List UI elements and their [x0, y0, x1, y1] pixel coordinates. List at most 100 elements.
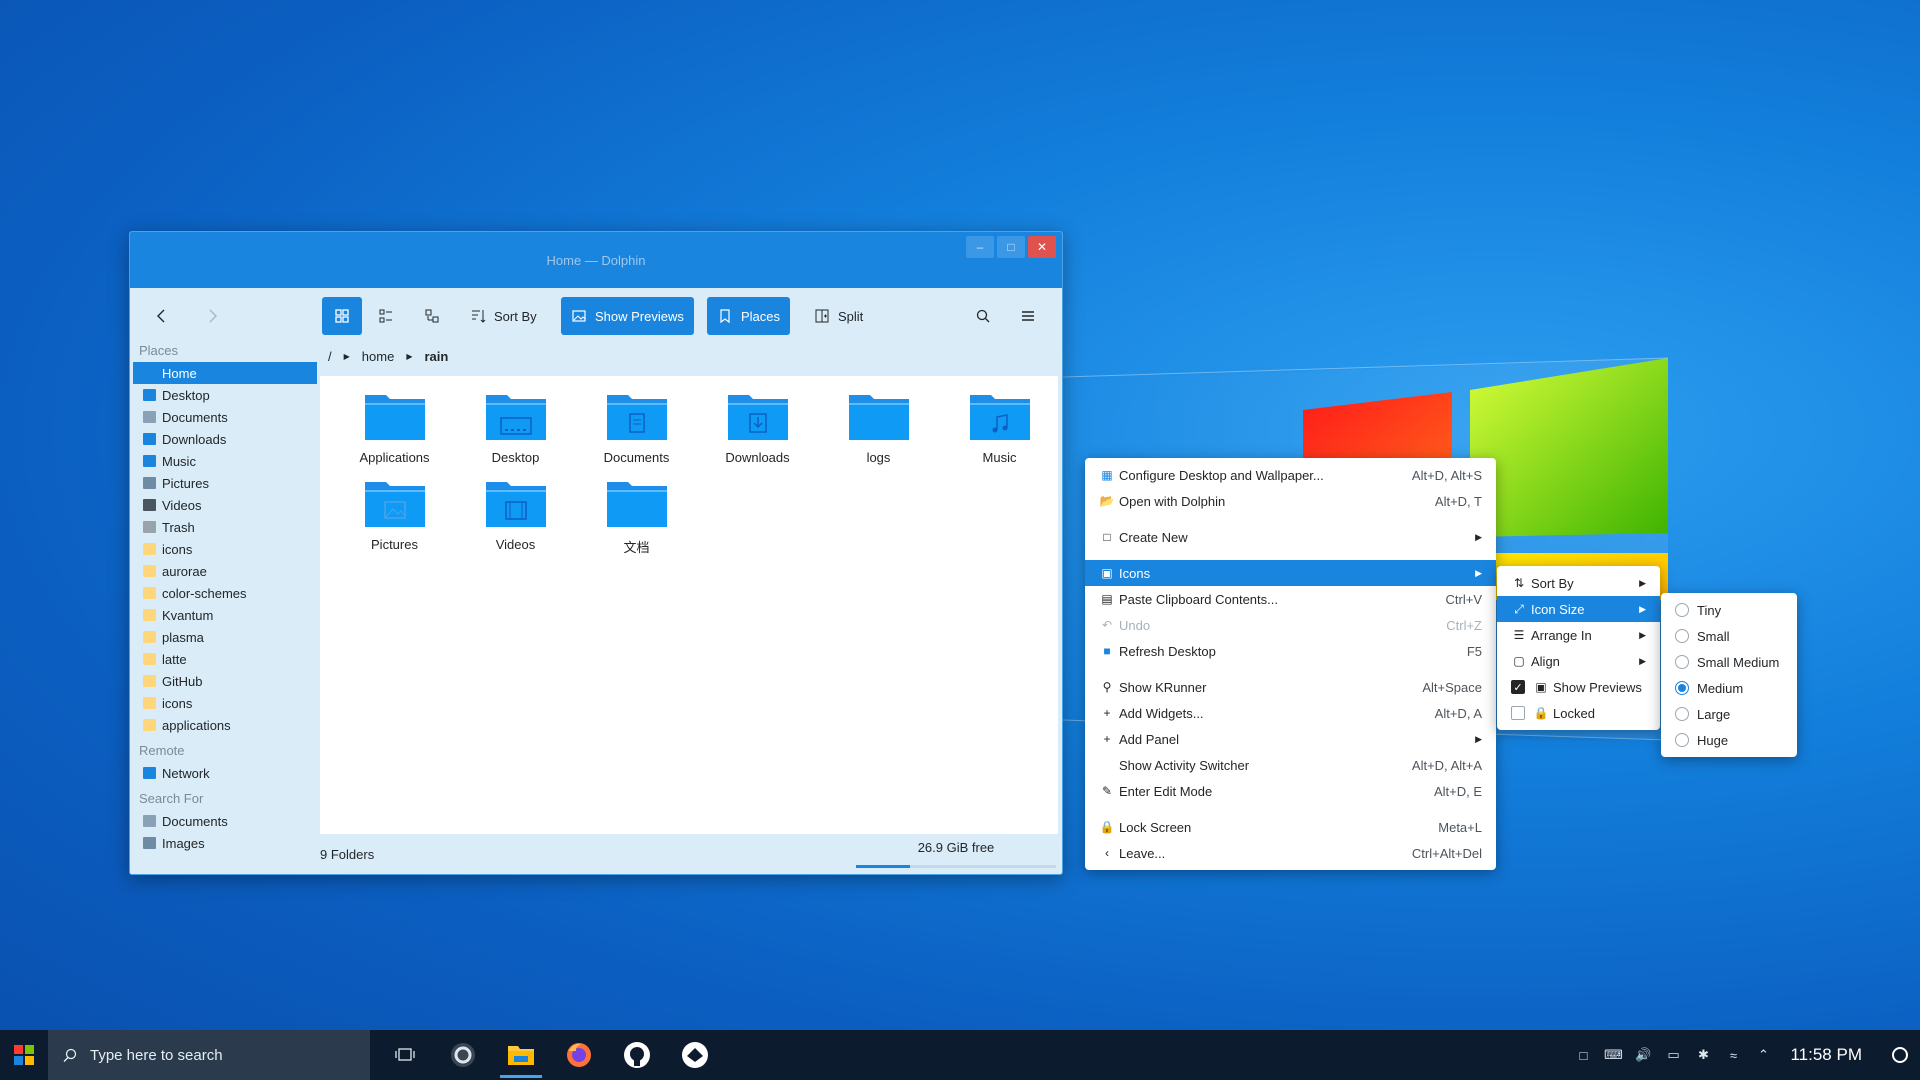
sidebar-item-icons[interactable]: icons — [133, 692, 317, 714]
free-space-indicator[interactable]: 26.9 GiB free — [856, 840, 1056, 868]
menu-item-leave[interactable]: ‹ Leave... Ctrl+Alt+Del — [1085, 840, 1496, 866]
details-view-button[interactable] — [414, 297, 450, 335]
keyboard-icon[interactable]: ⌨ — [1598, 1030, 1628, 1080]
size-option-medium[interactable]: Medium — [1661, 675, 1797, 701]
sidebar-item-trash[interactable]: Trash — [133, 516, 317, 538]
title-bar[interactable]: Home — Dolphin – □ ✕ — [130, 232, 1062, 288]
sidebar-item-github[interactable]: GitHub — [133, 670, 317, 692]
sidebar-item-network[interactable]: Network — [133, 762, 317, 784]
sidebar-item-aurorae[interactable]: aurorae — [133, 560, 317, 582]
menu-item-align[interactable]: ▢ Align ▶ — [1497, 648, 1660, 674]
folder-item[interactable]: Desktop — [455, 392, 576, 465]
size-option-huge[interactable]: Huge — [1661, 727, 1797, 753]
sidebar-item-documents[interactable]: Documents — [133, 406, 317, 428]
menu-item-icon-size[interactable]: ⤢ Icon Size ▶ — [1497, 596, 1660, 622]
size-option-small-medium[interactable]: Small Medium — [1661, 649, 1797, 675]
folder-item[interactable]: Documents — [576, 392, 697, 465]
folder-item[interactable]: 文档 — [576, 479, 697, 556]
sort-by-button[interactable]: Sort By — [460, 297, 547, 335]
bluetooth-icon[interactable]: ✱ — [1688, 1030, 1718, 1080]
sidebar-item-home[interactable]: Home — [133, 362, 317, 384]
sidebar-item-videos[interactable]: Videos — [133, 494, 317, 516]
file-manager-button[interactable] — [492, 1030, 550, 1080]
places-button[interactable]: Places — [707, 297, 791, 335]
radio-button[interactable] — [1675, 681, 1689, 695]
breadcrumb-current[interactable]: rain — [424, 349, 448, 364]
folder-item[interactable]: Applications — [334, 392, 455, 465]
radio-button[interactable] — [1675, 603, 1689, 617]
menu-item-lock-screen[interactable]: 🔒 Lock Screen Meta+L — [1085, 814, 1496, 840]
battery-icon[interactable]: ▭ — [1658, 1030, 1688, 1080]
sidebar-item-downloads[interactable]: Downloads — [133, 428, 317, 450]
minimize-button[interactable]: – — [966, 236, 994, 258]
volume-icon[interactable]: 🔊 — [1628, 1030, 1658, 1080]
folder-item[interactable]: Music — [939, 392, 1060, 465]
sidebar-item-latte[interactable]: latte — [133, 648, 317, 670]
menu-item-add-widgets[interactable]: + Add Widgets... Alt+D, A — [1085, 700, 1496, 726]
checkbox[interactable] — [1511, 706, 1525, 720]
menu-item-show-krunner[interactable]: ⚲ Show KRunner Alt+Space — [1085, 674, 1496, 700]
sidebar-item-pictures[interactable]: Pictures — [133, 472, 317, 494]
menu-item-undo[interactable]: ↶ Undo Ctrl+Z — [1085, 612, 1496, 638]
taskbar-search[interactable]: Type here to search — [48, 1030, 370, 1080]
sidebar-item-music[interactable]: Music — [133, 450, 317, 472]
sidebar-item-desktop[interactable]: Desktop — [133, 384, 317, 406]
size-option-large[interactable]: Large — [1661, 701, 1797, 727]
sidebar-item-color-schemes[interactable]: color-schemes — [133, 582, 317, 604]
sidebar-item-applications[interactable]: applications — [133, 714, 317, 736]
menu-item-refresh-desktop[interactable]: ■ Refresh Desktop F5 — [1085, 638, 1496, 664]
menu-item-icons[interactable]: ▣ Icons ▶ — [1085, 560, 1496, 586]
menu-item-add-panel[interactable]: + Add Panel ▶ — [1085, 726, 1496, 752]
menu-item-paste-clipboard-contents[interactable]: ▤ Paste Clipboard Contents... Ctrl+V — [1085, 586, 1496, 612]
clipboard-icon[interactable]: □ — [1568, 1030, 1598, 1080]
radio-button[interactable] — [1675, 655, 1689, 669]
split-button[interactable]: Split — [804, 297, 873, 335]
menu-item-show-activity-switcher[interactable]: Show Activity Switcher Alt+D, Alt+A — [1085, 752, 1496, 778]
show-previews-button[interactable]: Show Previews — [561, 297, 694, 335]
menu-item-open-with-dolphin[interactable]: 📂 Open with Dolphin Alt+D, T — [1085, 488, 1496, 514]
breadcrumb-root[interactable]: / — [328, 349, 332, 364]
clock[interactable]: 11:58 PM — [1778, 1045, 1880, 1065]
chevron-up-icon[interactable]: ⌃ — [1748, 1030, 1778, 1080]
github-button[interactable] — [608, 1030, 666, 1080]
checkbox[interactable]: ✓ — [1511, 680, 1525, 694]
firefox-button[interactable] — [550, 1030, 608, 1080]
icons-view-button[interactable] — [322, 297, 362, 335]
back-button[interactable] — [144, 297, 180, 335]
sidebar-item-images[interactable]: Images — [133, 832, 317, 854]
menu-item-configure-desktop-and-wallpaper[interactable]: ▦ Configure Desktop and Wallpaper... Alt+D… — [1085, 462, 1496, 488]
radio-button[interactable] — [1675, 733, 1689, 747]
hamburger-menu-button[interactable] — [1010, 297, 1046, 335]
menu-item-locked[interactable]: 🔒 Locked — [1497, 700, 1660, 726]
network-icon[interactable]: ≈ — [1718, 1030, 1748, 1080]
sidebar-item-icons[interactable]: icons — [133, 538, 317, 560]
size-option-tiny[interactable]: Tiny — [1661, 597, 1797, 623]
menu-item-show-previews[interactable]: ✓ ▣ Show Previews — [1497, 674, 1660, 700]
folder-item[interactable]: Videos — [455, 479, 576, 556]
folder-item[interactable]: Downloads — [697, 392, 818, 465]
radio-button[interactable] — [1675, 707, 1689, 721]
menu-item-enter-edit-mode[interactable]: ✎ Enter Edit Mode Alt+D, E — [1085, 778, 1496, 804]
search-button[interactable] — [965, 297, 1001, 335]
start-button[interactable] — [0, 1030, 48, 1080]
maximize-button[interactable]: □ — [997, 236, 1025, 258]
breadcrumb-item[interactable]: home — [362, 349, 395, 364]
folder-item[interactable]: Pictures — [334, 479, 455, 556]
task-view-button[interactable] — [376, 1030, 434, 1080]
sidebar-item-documents[interactable]: Documents — [133, 810, 317, 832]
file-view[interactable]: Applications Desktop Documents Downloads log… — [320, 376, 1058, 834]
menu-item-sort-by[interactable]: ⇅ Sort By ▶ — [1497, 570, 1660, 596]
size-option-small[interactable]: Small — [1661, 623, 1797, 649]
menu-item-arrange-in[interactable]: ☰ Arrange In ▶ — [1497, 622, 1660, 648]
close-button[interactable]: ✕ — [1028, 236, 1056, 258]
breadcrumb-arrow-icon[interactable]: ▶ — [344, 352, 350, 361]
menu-item-create-new[interactable]: □ Create New ▶ — [1085, 524, 1496, 550]
forward-button[interactable] — [194, 297, 230, 335]
app-button[interactable] — [666, 1030, 724, 1080]
folder-item[interactable]: logs — [818, 392, 939, 465]
compact-view-button[interactable] — [368, 297, 404, 335]
obs-button[interactable] — [434, 1030, 492, 1080]
sidebar-item-kvantum[interactable]: Kvantum — [133, 604, 317, 626]
radio-button[interactable] — [1675, 629, 1689, 643]
notifications-icon[interactable] — [1880, 1030, 1920, 1080]
